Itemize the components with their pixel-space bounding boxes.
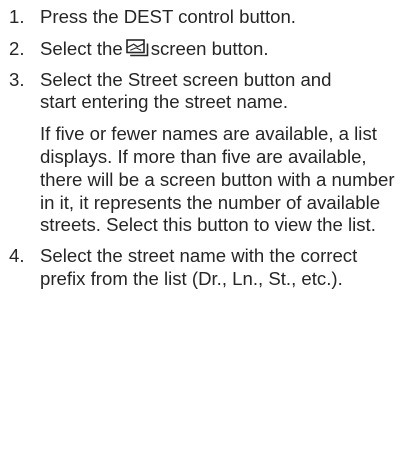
step-1: 1. Press the DEST control button. (0, 6, 411, 29)
step-note: If five or fewer names are available, a … (40, 123, 395, 236)
step-text-after: screen button. (150, 37, 269, 59)
step-text: Select the street name with the correct … (40, 245, 358, 289)
step-number: 2. (9, 37, 25, 59)
step-4: 4. Select the street name with the corre… (0, 245, 411, 291)
step-text-before: Select the (40, 37, 123, 59)
step-2: 2. Select the screen button. (0, 38, 411, 61)
step-text: Press the DEST control button. (40, 6, 296, 27)
step-number: 1. (9, 6, 25, 27)
step-text: Select the screen button. (40, 38, 411, 61)
step-text: Select the Street screen button and star… (40, 68, 332, 113)
instruction-steps: 1. Press the DEST control button. 2. Sel… (0, 6, 411, 291)
screen-icon (125, 38, 149, 57)
step-3: 3. Select the Street screen button and s… (0, 69, 411, 238)
step-number: 3. (9, 68, 25, 90)
step-number: 4. (9, 245, 25, 267)
